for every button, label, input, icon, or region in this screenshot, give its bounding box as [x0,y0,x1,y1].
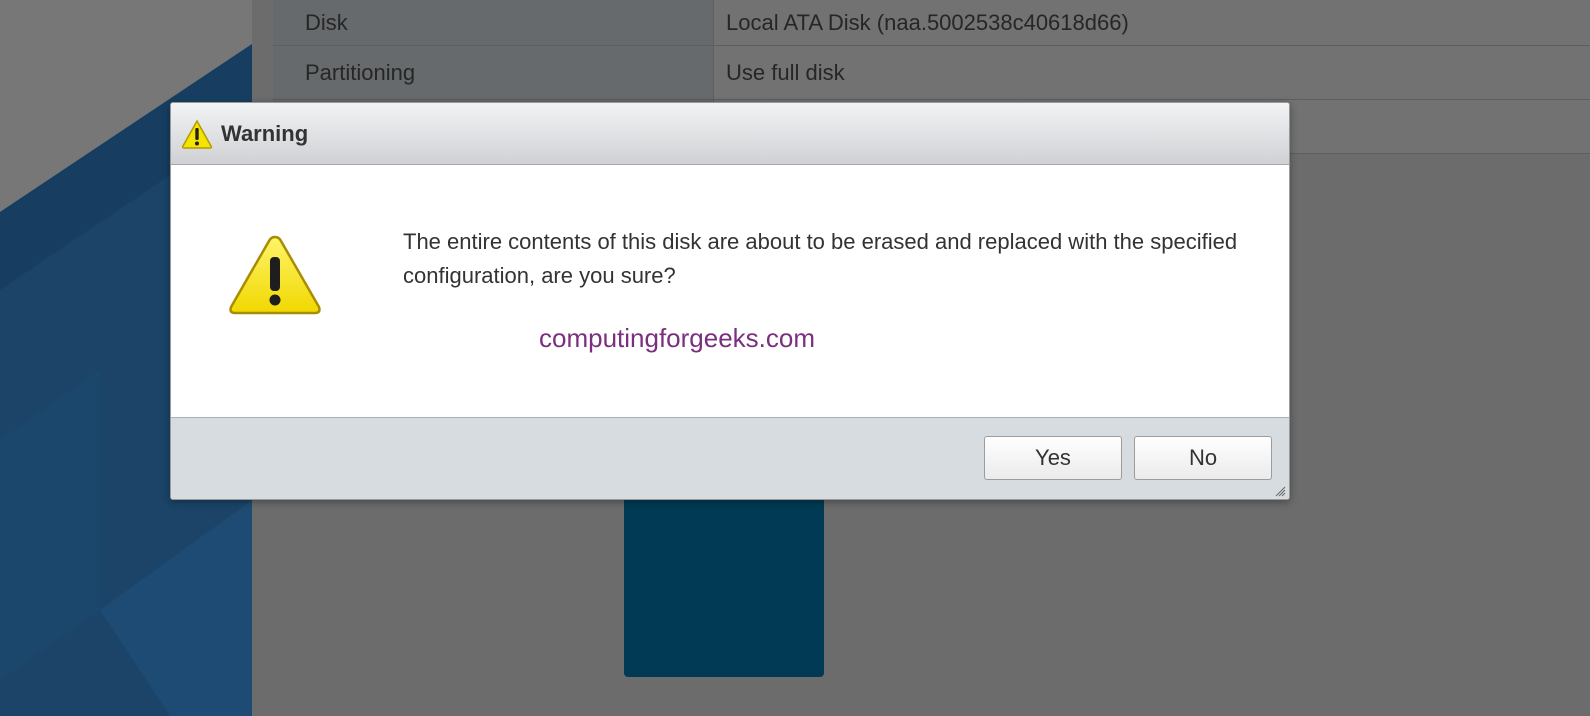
summary-key: Disk [273,0,713,45]
warning-icon [227,233,323,319]
yes-button[interactable]: Yes [984,436,1122,480]
summary-value: Local ATA Disk (naa.5002538c40618d66) [713,0,1590,45]
summary-row-partitioning: Partitioning Use full disk [273,46,1590,100]
warning-icon [181,118,213,150]
warning-dialog: Warning The entire contents of this disk… [170,102,1290,500]
dialog-message: The entire contents of this disk are abo… [403,229,1238,288]
resize-handle-icon[interactable] [1274,484,1286,497]
dialog-header[interactable]: Warning [171,103,1289,165]
no-button[interactable]: No [1134,436,1272,480]
watermark-text: computingforgeeks.com [539,323,816,353]
dialog-body: The entire contents of this disk are abo… [171,165,1289,419]
background-blue-panel [624,490,824,677]
dialog-footer: Yes No [171,417,1289,499]
summary-key: Partitioning [273,46,713,99]
summary-value: Use full disk [713,46,1590,99]
summary-row-disk: Disk Local ATA Disk (naa.5002538c40618d6… [273,0,1590,46]
dialog-title: Warning [221,120,309,146]
